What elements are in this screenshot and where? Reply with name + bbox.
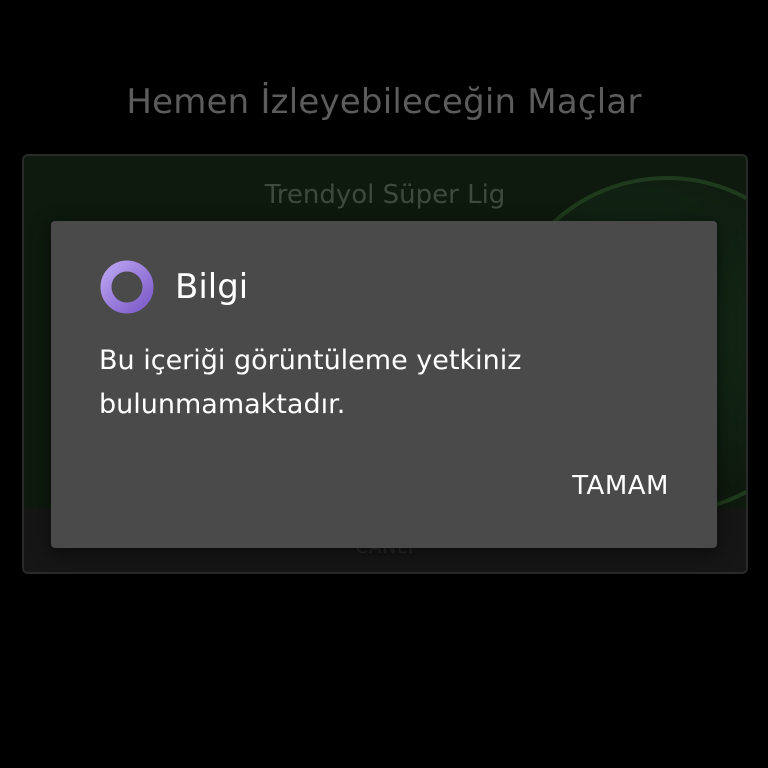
info-dialog: Bilgi Bu içeriği görüntüleme yetkiniz bu…	[51, 221, 717, 548]
dialog-header: Bilgi	[99, 259, 248, 315]
dialog-title: Bilgi	[175, 267, 249, 307]
purple-ring-icon	[99, 259, 155, 315]
screen: Hemen İzleyebileceğin Maçlar Trendyol Sü…	[0, 0, 768, 768]
page-title: Hemen İzleyebileceğin Maçlar	[126, 82, 642, 122]
league-name: Trendyol Süper Lig	[264, 180, 506, 210]
dialog-message: Bu içeriği görüntüleme yetkiniz bulunmam…	[99, 345, 522, 420]
ok-button[interactable]: TAMAM	[560, 467, 681, 505]
